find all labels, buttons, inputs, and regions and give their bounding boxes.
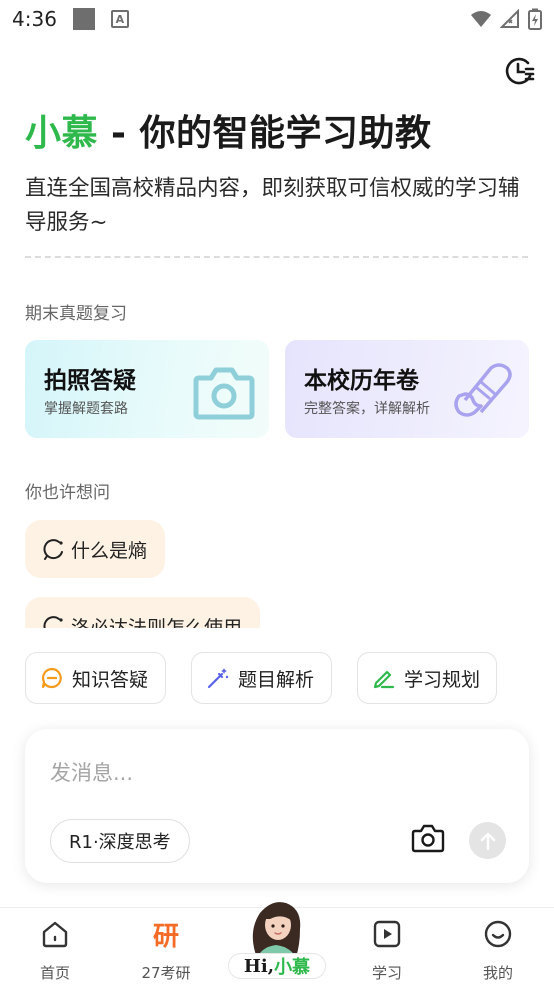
history-button[interactable] [502, 54, 536, 88]
knowledge-qa-chip[interactable]: 知识答疑 [25, 652, 166, 704]
suggestion-text: 什么是熵 [71, 539, 148, 562]
hi-text: Hi [243, 955, 268, 977]
tab-label: 首页 [39, 964, 70, 982]
chip-label: 学习规划 [404, 668, 481, 691]
brand-name: 小慕 [25, 113, 99, 154]
camera-button[interactable] [411, 823, 445, 857]
title-rest: - 你的智能学习助教 [98, 113, 432, 154]
tab-label: 27考研 [141, 964, 191, 982]
tab-home[interactable]: 首页 [15, 918, 95, 983]
suggestion-item[interactable]: 什么是熵 [25, 520, 166, 578]
camera-icon [193, 367, 255, 420]
hi-xiaomu-label: Hi, 小慕 [228, 953, 326, 979]
battery-icon [528, 8, 542, 30]
study-plan-chip[interactable]: 学习规划 [357, 652, 497, 704]
play-icon [373, 920, 401, 948]
smile-icon [484, 920, 512, 948]
tab-label: 我的 [482, 964, 513, 982]
signal-icon [500, 9, 519, 28]
notification-square-icon [72, 8, 95, 30]
past-papers-title: 本校历年卷 [304, 368, 419, 394]
problem-analysis-chip[interactable]: 题目解析 [191, 652, 332, 704]
suggestion-item[interactable]: 洛必达法则怎么使用 [25, 597, 261, 629]
tab-xiaomu[interactable]: Hi, 小慕 [226, 895, 328, 984]
xiaomu-avatar [252, 902, 301, 961]
photo-qa-title: 拍照答疑 [44, 368, 136, 394]
xiaomu-text: 小慕 [274, 957, 311, 978]
past-papers-card[interactable]: 本校历年卷 完整答案，详解解析 [285, 340, 529, 438]
camera-icon [411, 824, 445, 853]
status-bar: 4:36 A [0, 0, 554, 38]
scroll-icon [454, 363, 512, 417]
status-indicators [470, 8, 542, 30]
arrow-up-icon [480, 832, 495, 850]
chip-label: 题目解析 [238, 668, 315, 691]
tab-kaoyan[interactable]: 研 27考研 [126, 918, 206, 983]
chip-label: 知识答疑 [72, 668, 149, 691]
past-papers-subtitle: 完整答案，详解解析 [304, 401, 430, 417]
history-icon [505, 57, 535, 85]
photo-qa-subtitle: 掌握解题套路 [44, 401, 128, 417]
wifi-icon [471, 11, 491, 27]
suggest-section-label: 你也许想问 [25, 483, 110, 503]
photo-qa-card[interactable]: 拍照答疑 掌握解题套路 [25, 340, 269, 438]
refresh-chat-icon [43, 616, 63, 628]
dashed-divider [25, 256, 528, 258]
home-icon [42, 921, 68, 948]
tab-label: 学习 [371, 964, 402, 982]
notification-a-icon: A [110, 10, 129, 28]
tab-study[interactable]: 学习 [347, 918, 427, 983]
pencil-icon [373, 670, 395, 689]
page-title: 小慕 - 你的智能学习助教 [25, 104, 432, 156]
message-composer: 发消息... R1·深度思考 [25, 729, 529, 883]
send-button[interactable] [469, 822, 506, 859]
tab-mine[interactable]: 我的 [458, 918, 538, 983]
kaoyan-icon: 研 [152, 921, 179, 952]
status-time: 4:36 [12, 7, 57, 31]
page-subtitle: 直连全国高校精品内容，即刻获取可信权威的学习辅导服务~ [25, 176, 520, 235]
suggestion-text: 洛必达法则怎么使用 [71, 616, 243, 629]
deep-think-toggle[interactable]: R1·深度思考 [50, 819, 190, 863]
magic-wand-icon [207, 668, 229, 689]
chat-bubble-icon [41, 667, 62, 689]
message-input[interactable]: 发消息... [50, 757, 133, 787]
exam-section-label: 期末真题复习 [25, 304, 127, 324]
suggestion-list: 什么是熵 洛必达法则怎么使用 [25, 518, 530, 628]
refresh-chat-icon [43, 539, 63, 560]
